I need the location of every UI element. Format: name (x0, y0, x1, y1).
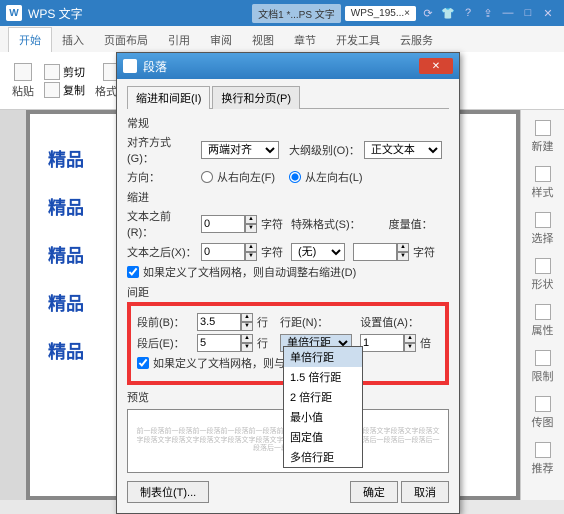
auto-indent-check[interactable]: 如果定义了文档网格，则自动调整右缩进(D) (127, 264, 449, 280)
share-icon[interactable]: ⇪ (479, 5, 497, 21)
tab-review[interactable]: 审阅 (200, 28, 242, 52)
after-para-label: 段后(E)： (137, 335, 193, 351)
highlight-area: 段前(B)： ▲▼ 行 行距(N)： 设置值(A)： 段后(E)： ▲▼ 行 单… (127, 302, 449, 385)
panel-recommend[interactable]: 推荐 (521, 438, 564, 480)
tab-cloud[interactable]: 云服务 (390, 28, 443, 52)
after-text-label: 文本之后(X)： (127, 244, 197, 260)
panel-restrict[interactable]: 限制 (521, 346, 564, 388)
dialog-title: 段落 (143, 58, 419, 75)
max-icon[interactable]: □ (519, 5, 537, 21)
panel-new[interactable]: 新建 (521, 116, 564, 158)
help-icon[interactable]: ? (459, 5, 477, 21)
tab-indent-spacing[interactable]: 缩进和间距(I) (127, 86, 210, 109)
before-para-spin[interactable]: ▲▼ (197, 313, 253, 331)
before-text-spin[interactable]: ▲▼ (201, 215, 257, 233)
panel-shape[interactable]: 形状 (521, 254, 564, 296)
special-label: 特殊格式(S)： (291, 216, 361, 232)
sync-icon[interactable]: ⟳ (419, 5, 437, 21)
dialog-close-button[interactable]: ✕ (419, 58, 453, 74)
measure-spin[interactable]: ▲▼ (353, 243, 409, 261)
outline-label: 大纲级别(O)： (289, 142, 360, 158)
panel-image[interactable]: 传图 (521, 392, 564, 434)
tab-chapter[interactable]: 章节 (284, 28, 326, 52)
panel-select[interactable]: 选择 (521, 208, 564, 250)
style-icon (535, 166, 551, 182)
nav-gutter (0, 110, 26, 500)
props-icon (535, 304, 551, 320)
section-indent: 缩进 (127, 189, 449, 205)
tab-line-page-break[interactable]: 换行和分页(P) (212, 86, 300, 109)
ribbon-tabs: 开始 插入 页面布局 引用 审阅 视图 章节 开发工具 云服务 (0, 26, 564, 52)
copy-icon (44, 82, 60, 98)
dialog-logo (123, 59, 137, 73)
tab-insert[interactable]: 插入 (52, 28, 94, 52)
lock-icon (535, 350, 551, 366)
section-general: 常规 (127, 115, 449, 131)
doc-tab-2[interactable]: WPS_195...× (345, 6, 416, 21)
before-text-label: 文本之前(R)： (127, 208, 197, 240)
dropdown-opt[interactable]: 固定值 (284, 427, 362, 447)
line-spacing-dropdown: 单倍行距 1.5 倍行距 2 倍行距 最小值 固定值 多倍行距 (283, 346, 363, 468)
tab-start[interactable]: 开始 (8, 27, 52, 52)
line-spacing-label: 行距(N)： (280, 314, 328, 330)
special-select[interactable]: (无) (291, 243, 345, 261)
dir-rtl-radio[interactable]: 从右向左(F) (201, 169, 275, 185)
close-app-icon[interactable]: ✕ (539, 5, 557, 21)
shape-icon (535, 258, 551, 274)
tab-ref[interactable]: 引用 (158, 28, 200, 52)
paste-button[interactable]: 粘贴 (8, 61, 38, 101)
app-logo: W (6, 5, 22, 21)
star-icon (535, 442, 551, 458)
scissors-icon (44, 64, 60, 80)
align-select[interactable]: 两端对齐 (201, 141, 279, 159)
after-text-spin[interactable]: ▲▼ (201, 243, 257, 261)
dropdown-opt[interactable]: 2 倍行距 (284, 387, 362, 407)
doc-tab-1[interactable]: 文档1 *...PS 文字 (252, 4, 341, 23)
dropdown-opt[interactable]: 单倍行距 (284, 347, 362, 367)
select-icon (535, 212, 551, 228)
dialog-tabs: 缩进和间距(I) 换行和分页(P) (127, 85, 449, 109)
set-value-label: 设置值(A)： (360, 314, 419, 330)
file-icon (535, 120, 551, 136)
set-value-spin[interactable]: ▲▼ (360, 334, 416, 352)
panel-style[interactable]: 样式 (521, 162, 564, 204)
paragraph-dialog: 段落 ✕ 缩进和间距(I) 换行和分页(P) 常规 对齐方式(G)： 两端对齐 … (116, 52, 460, 514)
dropdown-opt[interactable]: 1.5 倍行距 (284, 367, 362, 387)
direction-label: 方向： (127, 169, 197, 185)
paste-icon (14, 63, 32, 81)
dropdown-opt[interactable]: 最小值 (284, 407, 362, 427)
right-panel: 新建 样式 选择 形状 属性 限制 传图 推荐 (520, 110, 564, 500)
image-icon (535, 396, 551, 412)
panel-props[interactable]: 属性 (521, 300, 564, 342)
outline-select[interactable]: 正文文本 (364, 141, 442, 159)
copy-button[interactable]: 复制 (44, 82, 85, 98)
section-spacing: 间距 (127, 284, 449, 300)
dialog-titlebar[interactable]: 段落 ✕ (117, 53, 459, 79)
shirt-icon[interactable]: 👕 (439, 5, 457, 21)
cut-button[interactable]: 剪切 (44, 64, 85, 80)
title-bar: W WPS 文字 文档1 *...PS 文字 WPS_195...× ⟳ 👕 ?… (0, 0, 564, 26)
before-para-label: 段前(B)： (137, 314, 193, 330)
tab-layout[interactable]: 页面布局 (94, 28, 158, 52)
dropdown-opt[interactable]: 多倍行距 (284, 447, 362, 467)
measure-label: 度量值： (389, 216, 433, 232)
align-label: 对齐方式(G)： (127, 134, 197, 166)
min-icon[interactable]: — (499, 5, 517, 21)
after-para-spin[interactable]: ▲▼ (197, 334, 253, 352)
dir-ltr-radio[interactable]: 从左向右(L) (289, 169, 362, 185)
tab-view[interactable]: 视图 (242, 28, 284, 52)
app-title: WPS 文字 (28, 5, 83, 22)
tab-dev[interactable]: 开发工具 (326, 28, 390, 52)
